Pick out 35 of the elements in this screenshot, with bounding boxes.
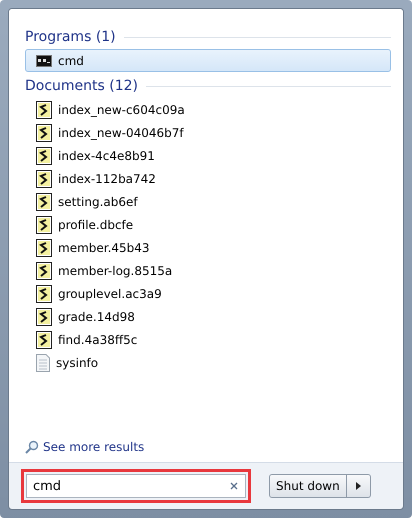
script-file-icon [36, 192, 52, 210]
script-file-icon [36, 146, 52, 164]
result-item[interactable]: profile.dbcfe [25, 213, 391, 236]
result-item[interactable]: grouplevel.ac3a9 [25, 282, 391, 305]
shut-down-button[interactable]: Shut down [269, 474, 347, 498]
script-file-icon [36, 330, 52, 348]
triangle-icon [356, 482, 361, 490]
text-file-icon [36, 354, 50, 372]
result-item[interactable]: grade.14d98 [25, 305, 391, 328]
script-file-icon [36, 308, 52, 326]
group-heading: Programs (1) [25, 29, 116, 45]
result-item[interactable]: index-112ba742 [25, 167, 391, 190]
result-item[interactable]: find.4a38ff5c [25, 328, 391, 351]
result-item[interactable]: sysinfo [25, 351, 391, 374]
result-item[interactable]: cmd [25, 49, 391, 72]
result-item[interactable]: index_new-04046b7f [25, 121, 391, 144]
result-item[interactable]: index-4c4e8b91 [25, 144, 391, 167]
script-file-icon [36, 238, 52, 256]
result-item[interactable]: member.45b43 [25, 236, 391, 259]
script-file-icon [36, 262, 52, 280]
result-item[interactable]: index_new-c604c09a [25, 98, 391, 121]
clear-icon[interactable] [230, 482, 238, 490]
result-item[interactable]: member-log.8515a [25, 259, 391, 282]
script-file-icon [36, 284, 52, 302]
script-file-icon [36, 124, 52, 142]
shut-down-options-button[interactable] [346, 474, 371, 498]
group-heading: Documents (12) [25, 78, 138, 94]
script-file-icon [36, 170, 52, 188]
console-icon [36, 54, 52, 66]
script-file-icon [36, 100, 52, 118]
search-field[interactable]: cmd [26, 474, 246, 498]
see-more-results-link[interactable]: See more results [43, 440, 144, 454]
result-item[interactable]: setting.ab6ef [25, 190, 391, 213]
script-file-icon [36, 216, 52, 234]
search-icon [25, 440, 39, 454]
